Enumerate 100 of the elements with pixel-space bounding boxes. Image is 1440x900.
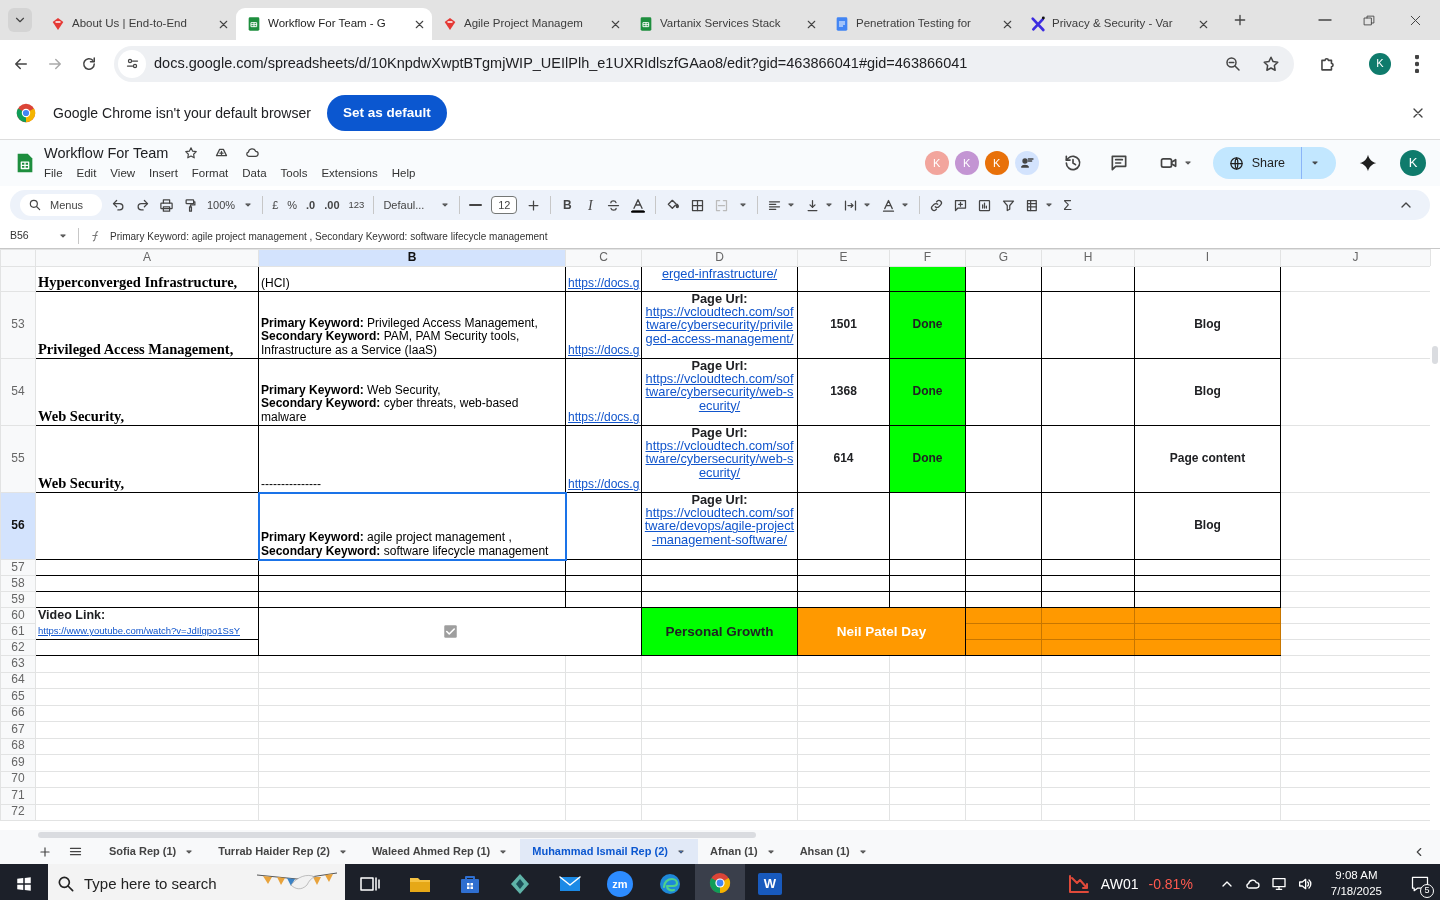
- menu-item[interactable]: Extensions: [321, 165, 378, 183]
- browser-tab[interactable]: About Us | End-to-End: [40, 8, 236, 40]
- strikethrough-button[interactable]: [606, 197, 622, 213]
- menu-item[interactable]: Data: [242, 165, 267, 183]
- browser-tab[interactable]: Agile Project Managem: [432, 8, 628, 40]
- word-app-button[interactable]: W: [745, 864, 795, 900]
- share-button[interactable]: Share: [1212, 147, 1336, 179]
- taskbar-search-field[interactable]: Type here to search: [48, 864, 345, 900]
- checkbox[interactable]: [442, 624, 458, 639]
- table-button[interactable]: [1025, 197, 1055, 213]
- menu-item[interactable]: File: [44, 165, 63, 183]
- undo-icon: [111, 197, 126, 213]
- set-default-button[interactable]: Set as default: [326, 95, 447, 131]
- new-tab-button[interactable]: [1232, 12, 1248, 28]
- column-header[interactable]: I: [1134, 249, 1281, 267]
- sheet-tab[interactable]: Muhammad Ismail Rep (2): [520, 839, 698, 864]
- status-cell: Done: [889, 425, 966, 493]
- menu-item[interactable]: Format: [191, 165, 229, 183]
- menu-item[interactable]: Insert: [149, 165, 178, 183]
- browser-app-button[interactable]: [695, 864, 745, 900]
- chat-icon[interactable]: [1014, 151, 1039, 175]
- menu-item[interactable]: Tools: [280, 165, 308, 183]
- notification-icon[interactable]: [1410, 874, 1430, 894]
- column-header[interactable]: B: [258, 249, 566, 267]
- wrap-button[interactable]: [843, 197, 873, 213]
- comment-button[interactable]: [953, 197, 969, 213]
- sheet-tab[interactable]: Turrab Haider Rep (2): [206, 839, 360, 864]
- column-header[interactable]: F: [889, 249, 966, 267]
- rotate-button[interactable]: [881, 197, 911, 213]
- row-number[interactable]: 56: [0, 492, 36, 560]
- number-format-button[interactable]: 123: [348, 197, 365, 213]
- menu-item[interactable]: Help: [391, 165, 416, 183]
- column-header[interactable]: G: [965, 249, 1042, 267]
- filter-button[interactable]: [1001, 197, 1017, 213]
- column-header[interactable]: A: [35, 249, 259, 267]
- undo-button[interactable]: [111, 197, 126, 213]
- browser-tab[interactable]: Penetration Testing for: [824, 8, 1020, 40]
- row-number[interactable]: 53: [0, 291, 36, 359]
- browser-tab[interactable]: Privacy & Security - Var: [1020, 8, 1216, 40]
- name-box[interactable]: B56: [10, 228, 58, 244]
- increase-font-button[interactable]: [526, 197, 542, 213]
- sheet-tab[interactable]: Afnan (1): [697, 839, 788, 864]
- font-size-field[interactable]: 12: [491, 196, 518, 214]
- tag-cell: Personal Growth: [641, 607, 798, 656]
- add-sheet-button[interactable]: [38, 844, 52, 859]
- increase-decimals-button[interactable]: .00: [324, 196, 340, 214]
- tab-title: Agile Project Managem: [464, 16, 584, 32]
- column-header[interactable]: C: [565, 249, 642, 267]
- column-header[interactable]: J: [1280, 249, 1431, 267]
- page-link[interactable]: https://vcloudtech.com/software/cybersecurity/privileged-access-management/: [644, 305, 795, 345]
- column-header[interactable]: D: [641, 249, 798, 267]
- sheet-tab[interactable]: Ahsan (1): [787, 839, 880, 864]
- scrollbar-thumb[interactable]: [38, 832, 756, 838]
- row-number[interactable]: 54: [0, 358, 36, 426]
- link-button[interactable]: [929, 197, 945, 213]
- row-number[interactable]: 55: [0, 425, 36, 493]
- monitor-icon[interactable]: [1270, 876, 1287, 892]
- menu-item[interactable]: Edit: [76, 165, 97, 183]
- sheet-tab[interactable]: Sofia Rep (1): [97, 839, 207, 864]
- currency-button[interactable]: £: [272, 196, 279, 214]
- scrollbar-thumb[interactable]: [1432, 346, 1438, 364]
- menus-search-field[interactable]: Menus: [20, 194, 102, 216]
- star-icon[interactable]: [184, 145, 199, 160]
- zoom-out-icon[interactable]: [1224, 54, 1242, 73]
- star-icon[interactable]: [1262, 54, 1280, 73]
- text-color-button[interactable]: [630, 197, 647, 213]
- paint-format-button[interactable]: [183, 197, 198, 213]
- chart-button[interactable]: [977, 197, 993, 213]
- functions-button[interactable]: Σ: [1063, 194, 1072, 216]
- reload-button[interactable]: [80, 54, 98, 73]
- account-avatar[interactable]: K: [1400, 150, 1426, 176]
- stock-down-icon[interactable]: [1066, 872, 1091, 896]
- speaker-icon[interactable]: [1296, 876, 1313, 892]
- page-link[interactable]: https://vcloudtech.com/software/cybersecurity/web-security/: [644, 439, 795, 479]
- zoom-dropdown[interactable]: 100%: [207, 196, 254, 214]
- column-header[interactable]: H: [1041, 249, 1135, 267]
- restore-button[interactable]: [1362, 12, 1377, 28]
- address-bar[interactable]: docs.google.com/spreadsheets/d/10KnpdwXwptBTgmjWIP_UEIlPlh_e1UXRIdlszfGAao8/edit?gid=463866041#gid=463866041: [114, 45, 1294, 82]
- vertical-align-button[interactable]: [805, 197, 835, 213]
- browser-tab[interactable]: Vartanix Services Stack: [628, 8, 824, 40]
- redo-button[interactable]: [135, 197, 150, 213]
- sheet-tab[interactable]: Waleed Ahmed Rep (1): [359, 839, 521, 864]
- browser-tab[interactable]: Workflow For Team - G: [236, 8, 432, 40]
- font-dropdown[interactable]: Defaul...: [383, 196, 451, 214]
- italic-button[interactable]: I: [583, 194, 598, 216]
- document-title[interactable]: Workflow For Team: [44, 145, 169, 161]
- menu-item[interactable]: View: [110, 165, 136, 183]
- chrome-menu-button[interactable]: [1415, 54, 1419, 73]
- decrease-decimals-button[interactable]: .0: [306, 196, 316, 214]
- formula-text[interactable]: Primary Keyword: agile project management , Secondary Keyword: software lifecycle management: [110, 228, 548, 244]
- tab-search-button[interactable]: [8, 8, 32, 32]
- page-link[interactable]: https://vcloudtech.com/software/devops/agile-project-management-software/: [644, 506, 795, 546]
- bold-button[interactable]: B: [560, 196, 575, 214]
- page-link[interactable]: https://vcloudtech.com/software/cybersecurity/web-security/: [644, 372, 795, 412]
- column-header[interactable]: E: [797, 249, 890, 267]
- sparkle-icon[interactable]: [1358, 153, 1378, 173]
- borders-button[interactable]: [690, 197, 706, 213]
- percent-button[interactable]: %: [287, 196, 298, 214]
- profile-avatar[interactable]: K: [1369, 52, 1391, 75]
- print-button[interactable]: [159, 197, 174, 213]
